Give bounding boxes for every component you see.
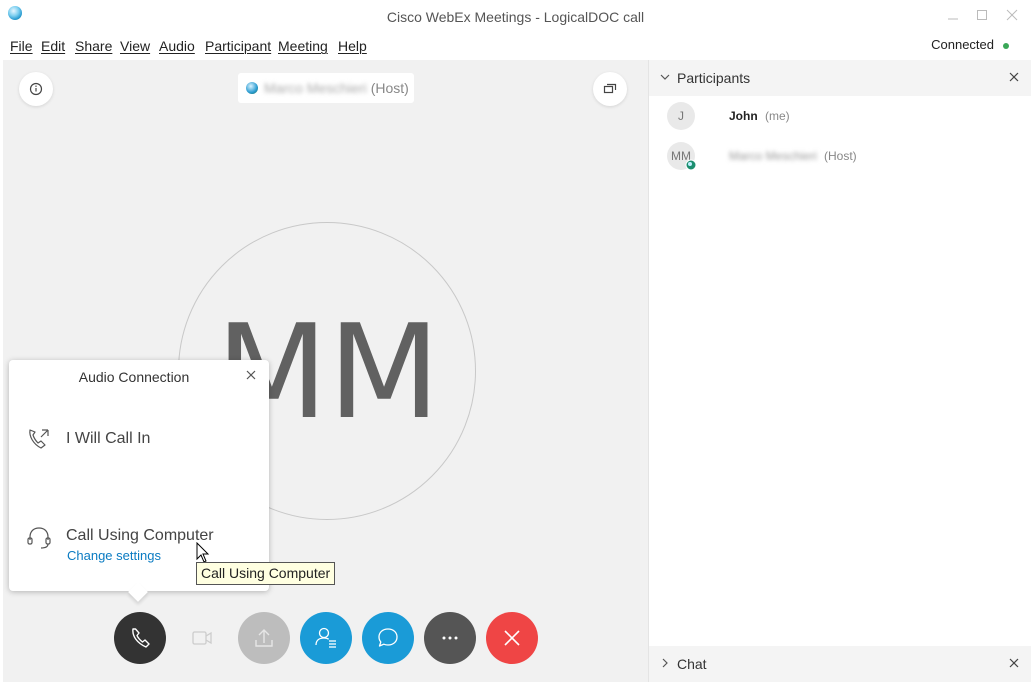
participants-button[interactable] [300,612,352,664]
chat-panel-close-icon[interactable] [1008,657,1020,669]
host-name: Marco Meschieri [264,80,367,96]
minimize-icon[interactable] [946,8,960,22]
leave-meeting-button[interactable] [486,612,538,664]
menu-view[interactable]: View [120,38,150,54]
participant-name: Marco Meschieri [729,149,818,163]
connection-status: Connected [931,37,994,52]
participants-panel-close-icon[interactable] [1008,71,1020,83]
webex-globe-icon [685,159,697,171]
audio-button[interactable] [114,612,166,664]
menu-share[interactable]: Share [75,38,112,54]
participant-row[interactable]: MM Marco Meschieri (Host) [649,137,1031,177]
menu-file[interactable]: File [10,38,33,54]
chevron-right-icon[interactable] [659,657,671,669]
audio-connection-popup: Audio Connection I Will Call In Call Usi… [9,360,269,591]
menu-audio[interactable]: Audio [159,38,195,54]
connection-status-dot [1003,43,1009,49]
popout-icon [603,83,617,94]
active-speaker-label: Marco Meschieri (Host) [238,73,414,103]
option-i-will-call-in[interactable]: I Will Call In [66,430,150,448]
audio-popup-close-icon[interactable] [244,368,258,382]
menu-bar: File Edit Share View Audio Participant M… [0,34,1031,58]
menu-edit[interactable]: Edit [41,38,65,54]
side-panel: Participants J John (me) MM Marco Meschi… [648,60,1031,682]
participant-row[interactable]: J John (me) [649,97,1031,137]
participant-avatar: J [667,102,695,130]
chat-panel-header[interactable]: Chat [649,646,1031,682]
webex-globe-icon [246,82,258,94]
participants-panel-header[interactable]: Participants [649,60,1031,96]
chat-button[interactable] [362,612,414,664]
close-icon [504,630,520,646]
video-button[interactable] [176,612,228,664]
participant-tag: (Host) [824,149,857,163]
headset-icon[interactable] [26,525,52,551]
share-button[interactable] [238,612,290,664]
audio-popup-title: Audio Connection [78,369,190,385]
tooltip: Call Using Computer [196,562,336,585]
chat-icon [378,628,398,647]
info-icon [29,82,43,96]
video-icon [192,631,212,645]
phone-icon [132,628,150,648]
chat-panel-title: Chat [677,656,707,672]
phone-call-in-icon[interactable] [26,427,52,453]
window-title: Cisco WebEx Meetings - LogicalDOC call [386,9,645,25]
participant-tag: (me) [765,109,790,123]
participants-panel-title: Participants [677,70,751,86]
option-call-using-computer[interactable]: Call Using Computer [66,527,214,545]
share-icon [255,629,273,647]
more-icon [442,636,458,640]
participants-icon [315,627,336,648]
meeting-info-button[interactable] [19,72,53,106]
host-tag: (Host) [370,80,409,96]
menu-participant[interactable]: Participant [205,38,271,54]
close-icon[interactable] [1005,8,1019,22]
change-settings-link[interactable]: Change settings [67,548,161,563]
menu-meeting[interactable]: Meeting [278,38,328,54]
title-bar: Cisco WebEx Meetings - LogicalDOC call [0,0,1031,34]
mouse-cursor-icon [196,541,210,564]
participant-name: John [729,109,758,123]
chevron-down-icon[interactable] [659,71,671,83]
popout-video-button[interactable] [593,72,627,106]
more-options-button[interactable] [424,612,476,664]
menu-help[interactable]: Help [338,38,367,54]
maximize-icon[interactable] [975,8,989,22]
